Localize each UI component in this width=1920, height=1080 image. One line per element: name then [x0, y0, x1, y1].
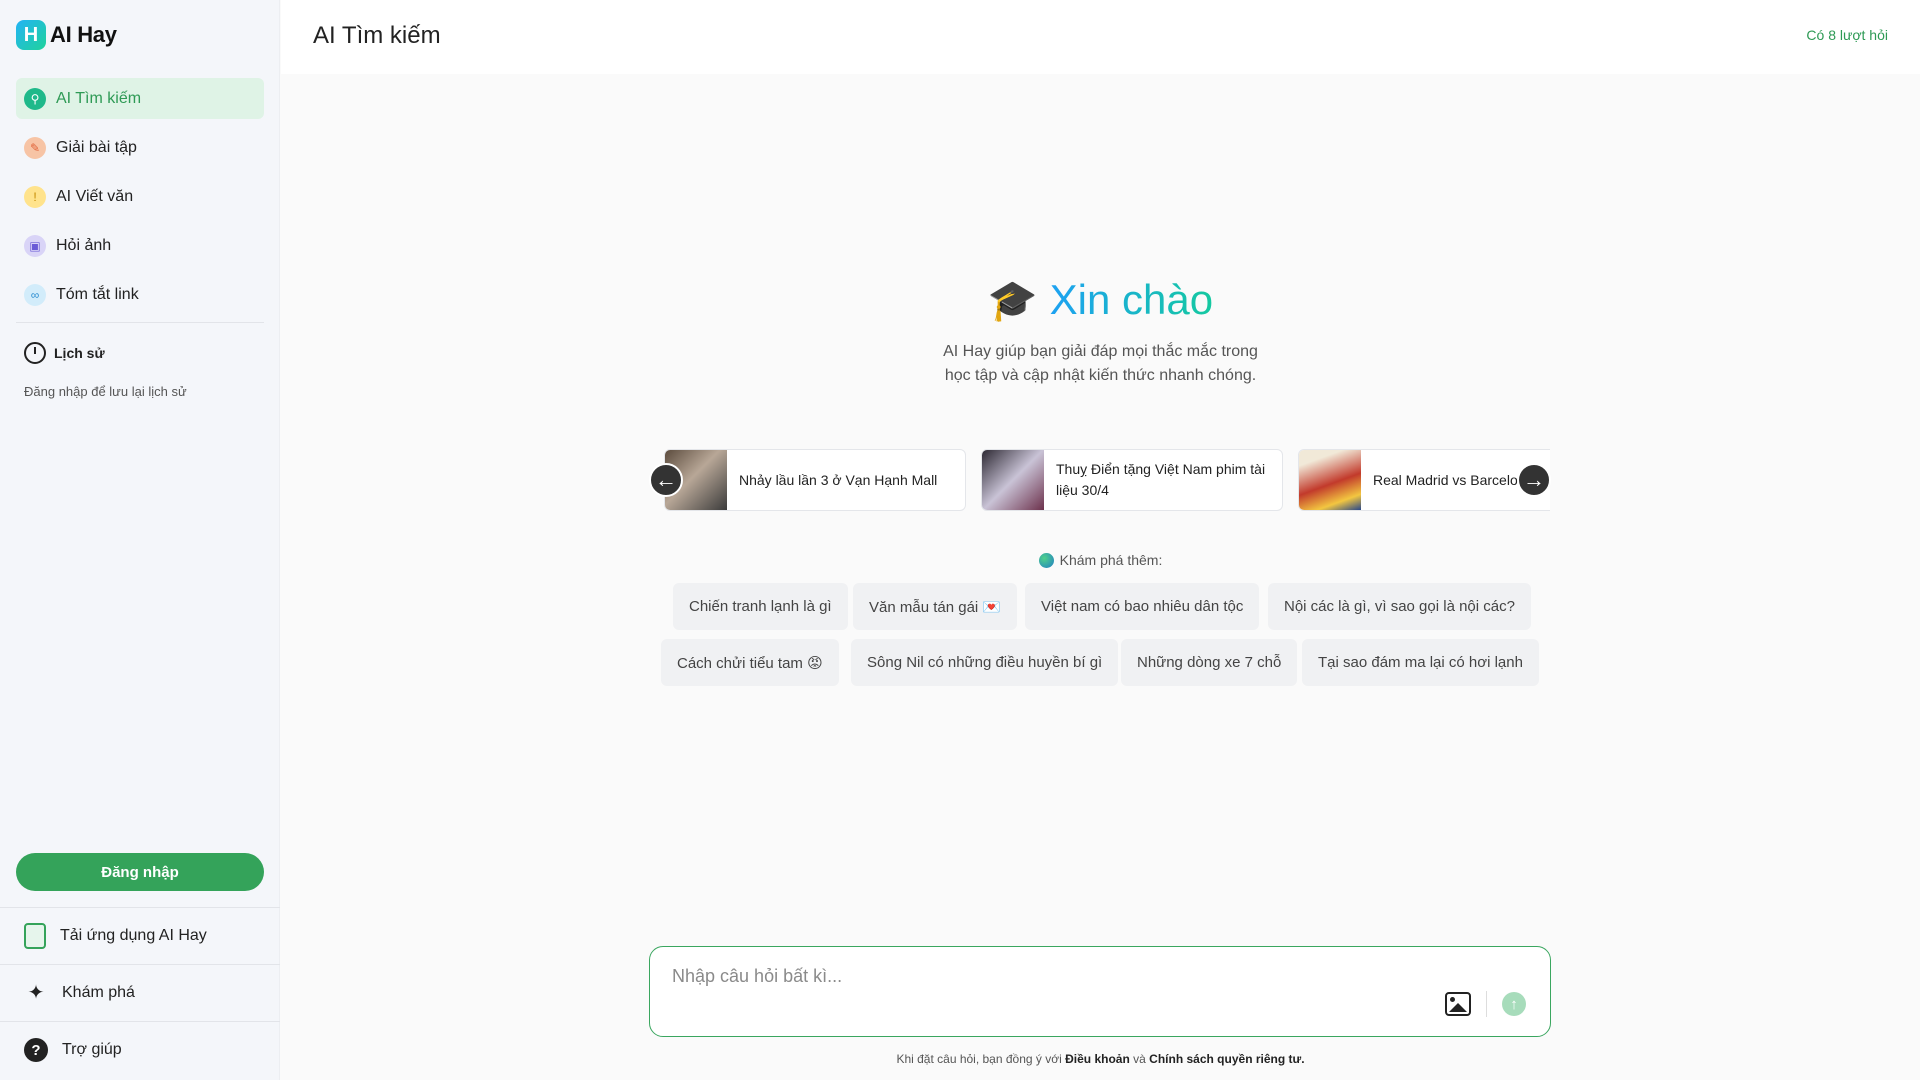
sidebar-item-label: Hỏi ảnh — [56, 236, 112, 254]
login-button[interactable]: Đăng nhập — [16, 853, 264, 891]
search-icon: ⚲ — [24, 87, 46, 110]
help-icon: ? — [24, 1038, 48, 1062]
suggestion-chip[interactable]: Chiến tranh lạnh là gì — [673, 583, 848, 630]
input-divider — [1486, 991, 1487, 1017]
sidebar-item-ai-search[interactable]: ⚲ AI Tìm kiếm — [16, 78, 264, 119]
globe-icon — [1038, 552, 1054, 568]
download-app-item[interactable]: Tải ứng dụng AI Hay — [0, 907, 280, 964]
suggestion-chip[interactable]: Văn mẫu tán gái 💌 — [853, 583, 1018, 630]
link-icon: ∞ — [24, 283, 46, 306]
history-note: Đăng nhập để lưu lại lịch sử — [24, 384, 187, 399]
sidebar-item-label: AI Tìm kiếm — [56, 89, 142, 107]
trending-title: Nhảy lầu lần 3 ở Vạn Hạnh Mall — [739, 471, 938, 488]
app-name: AI Hay — [50, 22, 117, 47]
greeting: Xin chào — [1049, 276, 1214, 323]
top-header: AI Tìm kiếm Có 8 lượt hỏi — [281, 0, 1920, 74]
writing-icon: ! — [24, 185, 46, 208]
phone-icon — [24, 923, 46, 949]
terms-note: Khi đặt câu hỏi, bạn đồng ý với Điều kho… — [281, 1052, 1920, 1066]
homework-icon: ✎ — [24, 136, 46, 159]
trending-carousel: Nhảy lầu lần 3 ở Vạn Hạnh Mall Thuỵ Điển… — [664, 449, 1550, 511]
hero: 🎓 Xin chào AI Hay giúp bạn giải đáp mọi … — [281, 276, 1920, 388]
send-arrow-icon[interactable]: ↑ — [1502, 992, 1526, 1016]
suggestion-chip[interactable]: Nội các là gì, vì sao gọi là nội các? — [1268, 583, 1531, 630]
app-logo[interactable]: H AI Hay — [16, 20, 117, 50]
history-clock-icon — [24, 342, 46, 364]
terms-link[interactable]: Điều khoản — [1065, 1052, 1130, 1066]
explore-more-text: Khám phá thêm: — [1059, 552, 1163, 568]
question-input-box: ↑ — [649, 946, 1551, 1037]
history-header[interactable]: Lịch sử — [24, 342, 105, 364]
image-upload-icon[interactable] — [1445, 992, 1471, 1016]
suggestion-chip[interactable]: Tại sao đám ma lại có hơi lạnh — [1302, 639, 1539, 686]
trending-thumbnail — [1299, 450, 1361, 510]
explore-item[interactable]: ✦ Khám phá — [0, 964, 280, 1021]
sidebar-item-photo-ask[interactable]: ▣ Hỏi ảnh — [16, 225, 264, 266]
sidebar-item-ai-writing[interactable]: ! AI Viết văn — [16, 176, 264, 217]
carousel-next-button[interactable]: → — [1517, 463, 1551, 497]
sidebar-item-label: Giải bài tập — [56, 138, 137, 156]
question-quota: Có 8 lượt hỏi — [1806, 27, 1888, 43]
photo-icon: ▣ — [24, 234, 46, 257]
trending-card[interactable]: Thuỵ Điển tặng Việt Nam phim tài liệu 30… — [981, 449, 1283, 511]
suggestion-chip[interactable]: Sông Nil có những điều huyền bí gì — [851, 639, 1119, 686]
sidebar-divider — [16, 322, 264, 323]
trending-card[interactable]: Nhảy lầu lần 3 ở Vạn Hạnh Mall — [664, 449, 966, 511]
graduation-cap-icon: 🎓 — [987, 278, 1038, 323]
sidebar-nav: ⚲ AI Tìm kiếm ✎ Giải bài tập ! AI Viết v… — [16, 78, 264, 323]
terms-prefix: Khi đặt câu hỏi, bạn đồng ý với — [896, 1052, 1062, 1066]
explore-more-label: Khám phá thêm: — [281, 552, 1920, 568]
download-app-label: Tải ứng dụng AI Hay — [60, 927, 207, 944]
logo-mark-icon: H — [16, 20, 46, 50]
sidebar-item-label: AI Viết văn — [56, 187, 134, 205]
trending-title: Thuỵ Điển tặng Việt Nam phim tài liệu 30… — [1056, 461, 1266, 498]
sidebar: H AI Hay ⚲ AI Tìm kiếm ✎ Giải bài tập ! … — [0, 0, 280, 1080]
hero-subtitle: AI Hay giúp bạn giải đáp mọi thắc mắc tr… — [943, 343, 1258, 384]
privacy-link[interactable]: Chính sách quyền riêng tư. — [1149, 1052, 1304, 1066]
explore-label: Khám phá — [62, 984, 135, 1001]
sparkle-icon: ✦ — [27, 982, 45, 1004]
sidebar-item-link-summary[interactable]: ∞ Tóm tắt link — [16, 274, 264, 315]
question-input[interactable] — [672, 961, 1432, 991]
help-label: Trợ giúp — [62, 1041, 122, 1058]
history-title: Lịch sử — [54, 345, 105, 361]
sidebar-item-label: Tóm tắt link — [56, 285, 139, 303]
sidebar-item-homework[interactable]: ✎ Giải bài tập — [16, 127, 264, 168]
suggestion-chip[interactable]: Cách chửi tiểu tam 😡 — [661, 639, 839, 686]
terms-and: và — [1133, 1052, 1146, 1066]
trending-card[interactable]: Real Madrid vs Barcelona — [1298, 449, 1550, 511]
suggestion-chip[interactable]: Những dòng xe 7 chỗ — [1121, 639, 1298, 686]
suggestion-chip[interactable]: Việt nam có bao nhiêu dân tộc — [1025, 583, 1260, 630]
page-title: AI Tìm kiếm — [313, 22, 441, 49]
trending-thumbnail — [982, 450, 1044, 510]
help-item[interactable]: ? Trợ giúp — [0, 1021, 280, 1078]
carousel-prev-button[interactable]: ← — [649, 463, 683, 497]
